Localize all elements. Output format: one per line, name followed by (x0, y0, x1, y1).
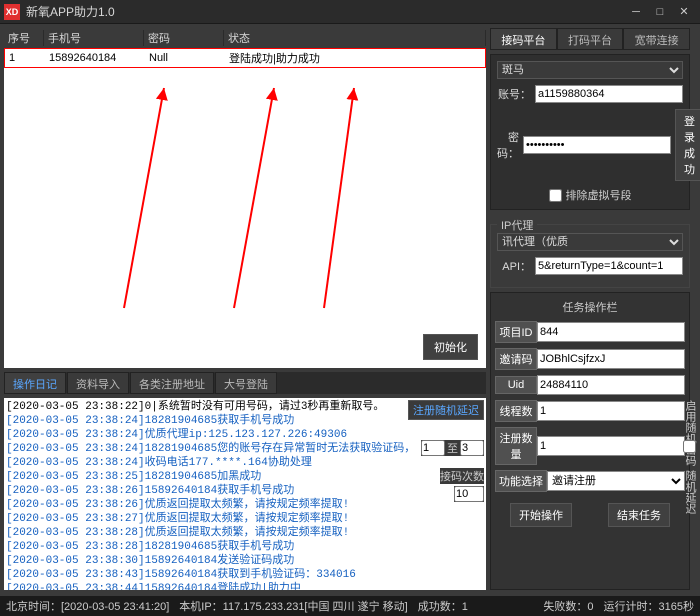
th-phone: 手机号 (44, 30, 144, 46)
log-line: [2020-03-05 23:38:24]优质代理ip:125.123.127.… (6, 428, 484, 442)
tab-urls[interactable]: 各类注册地址 (130, 372, 214, 394)
reg-random-delay-button[interactable]: 注册随机延迟 (408, 400, 484, 420)
random-delay-vlabel: 随机延迟 (682, 470, 698, 514)
threads-label: 线程数 (495, 400, 537, 422)
platform-select[interactable]: 斑马 (497, 61, 683, 79)
rtab-sms[interactable]: 接码平台 (490, 28, 557, 50)
table-row[interactable]: 1 15892640184 Null 登陆成功|助力成功 (4, 48, 486, 68)
status-bar: 北京时间：[2020-03-05 23:41:20] 本机IP：117.175.… (0, 596, 700, 616)
log-line: [2020-03-05 23:38:25]18281904685加黑成功 (6, 470, 484, 484)
annotation-arrows (4, 28, 486, 368)
status-time: [2020-03-05 23:41:20] (61, 601, 169, 613)
close-button[interactable]: ✕ (672, 4, 696, 20)
tab-biglogin[interactable]: 大号登陆 (215, 372, 277, 394)
status-runtime: 3165秒 (659, 601, 694, 613)
uid-label: Uid (495, 376, 537, 394)
rtab-captcha[interactable]: 打码平台 (557, 28, 624, 50)
status-success: 1 (462, 601, 468, 613)
random-pwd-checkbox[interactable] (683, 440, 696, 453)
status-fail: 0 (587, 601, 593, 613)
proxy-group-label: IP代理 (497, 217, 537, 233)
acct-label: 账号： (497, 86, 531, 102)
acct-input[interactable] (535, 85, 683, 103)
delay-to-input[interactable] (460, 440, 484, 456)
api-label: API： (497, 258, 531, 274)
delay-from-input[interactable] (421, 440, 445, 456)
log-line: [2020-03-05 23:38:27]优质返回提取太频繁，请按规定频率提取! (6, 512, 484, 526)
uid-input[interactable] (537, 375, 685, 395)
project-id-input[interactable] (537, 322, 685, 342)
accounts-table: 序号 手机号 密码 状态 1 15892640184 Null 登陆成功|助力成… (4, 28, 486, 368)
log-line: [2020-03-05 23:38:26]15892640184获取手机号成功 (6, 484, 484, 498)
log-tabs: 操作日记 资料导入 各类注册地址 大号登陆 (4, 372, 486, 394)
status-ip: 117.175.233.231[中国 四川 遂宁 移动] (223, 601, 408, 613)
start-button[interactable]: 开始操作 (510, 503, 572, 527)
th-password: 密码 (144, 30, 224, 46)
exclude-virtual-checkbox[interactable] (549, 189, 562, 202)
func-label: 功能选择 (495, 470, 547, 492)
recv-count-label: 接码次数 (440, 468, 484, 484)
stop-button[interactable]: 结束任务 (608, 503, 670, 527)
rtab-broadband[interactable]: 宽带连接 (623, 28, 690, 50)
th-index: 序号 (4, 30, 44, 46)
delay-to-label: 至 (447, 440, 458, 456)
log-line: [2020-03-05 23:38:44]15892640184登陆成功|助力中 (6, 582, 484, 590)
func-select[interactable]: 邀请注册 (547, 471, 685, 491)
app-logo: XD (4, 4, 20, 20)
exclude-virtual-label: 排除虚拟号段 (566, 187, 632, 203)
log-line: [2020-03-05 23:38:24]收码电话177.****.164协助处… (6, 456, 484, 470)
log-line: [2020-03-05 23:38:28]18281904685获取手机号成功 (6, 540, 484, 554)
log-line: [2020-03-05 23:38:43]15892640184获取到手机验证码… (6, 568, 484, 582)
minimize-button[interactable]: ─ (624, 4, 648, 20)
recv-count-input[interactable] (454, 486, 484, 502)
maximize-button[interactable]: □ (648, 4, 672, 20)
api-input[interactable] (535, 257, 683, 275)
log-line: [2020-03-05 23:38:24]18281904685您的账号存在异常… (6, 442, 484, 456)
log-line: [2020-03-05 23:38:28]优质返回提取太频繁，请按规定频率提取! (6, 526, 484, 540)
proxy-select[interactable]: 讯代理（优质 (497, 233, 683, 251)
pwd-label: 密码： (497, 129, 519, 161)
threads-input[interactable] (537, 401, 685, 421)
task-header: 任务操作栏 (495, 297, 685, 321)
regnum-label: 注册数量 (495, 427, 537, 465)
log-line: [2020-03-05 23:38:26]优质返回提取太频繁，请按规定频率提取! (6, 498, 484, 512)
init-button[interactable]: 初始化 (423, 334, 478, 360)
log-line: [2020-03-05 23:38:30]15892640184发送验证码成功 (6, 554, 484, 568)
log-panel: [2020-03-05 23:38:22]0|系统暂时没有可用号码，请过3秒再重… (4, 398, 486, 590)
regnum-input[interactable] (537, 436, 685, 456)
random-pwd-vlabel: 启用随机密码 (682, 400, 698, 466)
tab-log[interactable]: 操作日记 (4, 372, 66, 394)
invite-label: 邀请码 (495, 348, 537, 370)
login-button[interactable]: 登录成功 (675, 109, 700, 181)
tab-import[interactable]: 资料导入 (67, 372, 129, 394)
th-status: 状态 (224, 30, 486, 46)
pwd-input[interactable] (523, 136, 671, 154)
window-title: 新氧APP助力1.0 (26, 3, 624, 20)
project-id-label: 项目ID (495, 321, 537, 343)
invite-input[interactable] (537, 349, 685, 369)
